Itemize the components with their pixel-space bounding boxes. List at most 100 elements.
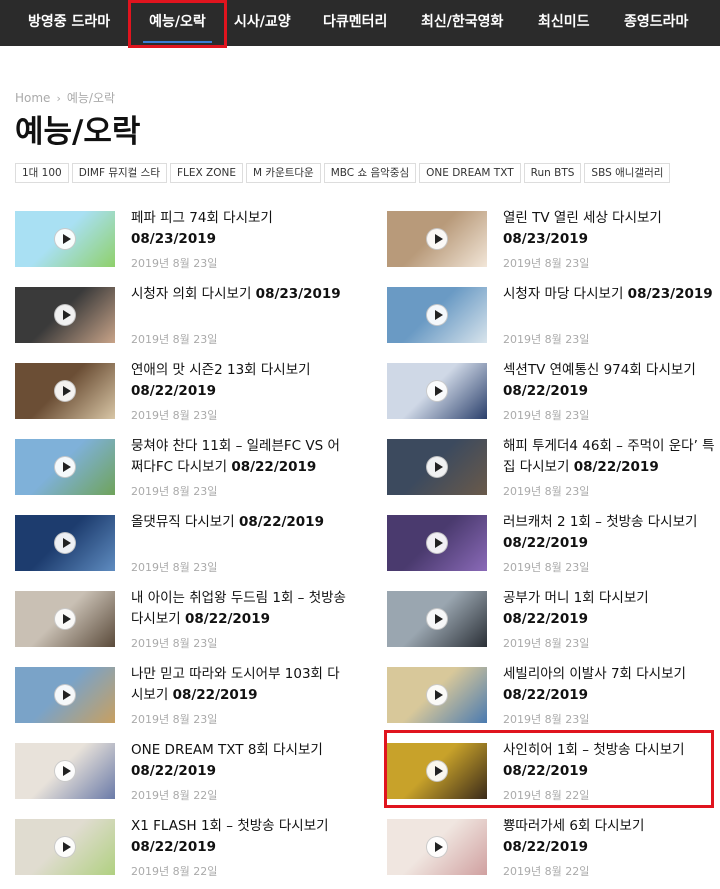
play-icon[interactable]: [426, 380, 448, 402]
post-date: 08/22/2019: [172, 687, 258, 703]
play-icon[interactable]: [54, 456, 76, 478]
play-icon[interactable]: [426, 684, 448, 706]
play-icon[interactable]: [426, 304, 448, 326]
post-card[interactable]: 뿅따러가세 6회 다시보기 08/22/2019 2019년 8월 22일: [387, 816, 718, 889]
post-meta-date: 2019년 8월 23일: [503, 637, 590, 650]
post-title: 러브캐처 2 1회 – 첫방송 다시보기: [503, 514, 698, 530]
play-icon[interactable]: [54, 532, 76, 554]
play-icon[interactable]: [54, 228, 76, 250]
page-title: 예능/오락: [15, 114, 141, 150]
post-title-link[interactable]: 뭉쳐야 찬다 11회 – 일레븐FC VS 어쩌다FC 다시보기 08/22/2…: [131, 436, 346, 478]
tag-link[interactable]: M 카운트다운: [246, 163, 321, 183]
post-card[interactable]: 해피 투게더4 46회 – 주먹이 운다’ 특집 다시보기 08/22/2019…: [387, 436, 718, 509]
post-meta-date: 2019년 8월 22일: [131, 789, 218, 802]
post-card[interactable]: 섹션TV 연예통신 974회 다시보기 08/22/2019 2019년 8월 2…: [387, 360, 718, 433]
post-meta-date: 2019년 8월 23일: [503, 561, 590, 574]
play-icon[interactable]: [54, 836, 76, 858]
post-card[interactable]: 뭉쳐야 찬다 11회 – 일레븐FC VS 어쩌다FC 다시보기 08/22/2…: [15, 436, 346, 509]
play-icon[interactable]: [54, 760, 76, 782]
post-title-link[interactable]: 공부가 머니 1회 다시보기 08/22/2019: [503, 588, 718, 630]
post-date: 08/22/2019: [573, 459, 659, 475]
post-meta-date: 2019년 8월 22일: [503, 865, 590, 878]
breadcrumb: Home › 예능/오락: [15, 89, 115, 106]
nav-item-ended-drama[interactable]: 종영드라마: [624, 0, 688, 46]
play-icon[interactable]: [426, 836, 448, 858]
post-thumbnail[interactable]: [387, 211, 487, 267]
post-thumbnail[interactable]: [15, 819, 115, 875]
nav-item-current-affairs[interactable]: 시사/교양: [234, 0, 291, 46]
post-title-link[interactable]: 열린 TV 열린 세상 다시보기 08/23/2019: [503, 208, 718, 250]
post-thumbnail[interactable]: [15, 439, 115, 495]
post-thumbnail[interactable]: [15, 287, 115, 343]
post-title-link[interactable]: 올댓뮤직 다시보기 08/22/2019: [131, 512, 346, 533]
play-icon[interactable]: [426, 456, 448, 478]
breadcrumb-home-link[interactable]: Home: [15, 91, 50, 105]
play-icon[interactable]: [54, 608, 76, 630]
post-thumbnail[interactable]: [15, 515, 115, 571]
post-thumbnail[interactable]: [387, 439, 487, 495]
post-title-link[interactable]: 해피 투게더4 46회 – 주먹이 운다’ 특집 다시보기 08/22/2019: [503, 436, 718, 478]
post-thumbnail[interactable]: [15, 211, 115, 267]
post-card[interactable]: 내 아이는 취업왕 두드림 1회 – 첫방송 다시보기 08/22/2019 20…: [15, 588, 346, 661]
post-title-link[interactable]: 페파 피그 74회 다시보기 08/23/2019: [131, 208, 346, 250]
post-title-link[interactable]: ONE DREAM TXT 8회 다시보기 08/22/2019: [131, 740, 346, 782]
post-title-link[interactable]: 세빌리아의 이발사 7회 다시보기 08/22/2019: [503, 664, 718, 706]
post-thumbnail[interactable]: [387, 515, 487, 571]
post-title-link[interactable]: 내 아이는 취업왕 두드림 1회 – 첫방송 다시보기 08/22/2019: [131, 588, 346, 630]
chevron-right-icon: ›: [56, 92, 61, 105]
post-date: 08/23/2019: [627, 286, 713, 302]
post-thumbnail[interactable]: [387, 591, 487, 647]
nav-item-entertainment[interactable]: 예능/오락: [128, 0, 227, 48]
post-card[interactable]: 세빌리아의 이발사 7회 다시보기 08/22/2019 2019년 8월 23일: [387, 664, 718, 737]
tag-link[interactable]: FLEX ZONE: [170, 163, 244, 183]
post-title-link[interactable]: 시청자 의회 다시보기 08/23/2019: [131, 284, 346, 305]
tag-link[interactable]: SBS 애니갤러리: [584, 163, 671, 183]
post-thumbnail[interactable]: [387, 287, 487, 343]
play-icon[interactable]: [426, 228, 448, 250]
post-thumbnail[interactable]: [15, 591, 115, 647]
post-card[interactable]: 올댓뮤직 다시보기 08/22/2019 2019년 8월 23일: [15, 512, 346, 585]
nav-item-documentary[interactable]: 다큐멘터리: [323, 0, 387, 46]
post-title-link[interactable]: 시청자 마당 다시보기 08/23/2019: [503, 284, 718, 305]
post-card[interactable]: X1 FLASH 1회 – 첫방송 다시보기 08/22/2019 2019년 8…: [15, 816, 346, 889]
post-title-link[interactable]: 러브캐처 2 1회 – 첫방송 다시보기 08/22/2019: [503, 512, 718, 554]
post-card[interactable]: 나만 믿고 따라와 도시어부 103회 다시보기 08/22/2019 2019년…: [15, 664, 346, 737]
tag-link[interactable]: DIMF 뮤지컬 스타: [71, 163, 167, 183]
post-card[interactable]: 시청자 의회 다시보기 08/23/2019 2019년 8월 23일: [15, 284, 346, 357]
post-thumbnail[interactable]: [15, 667, 115, 723]
post-card[interactable]: 연애의 맛 시즌2 13회 다시보기 08/22/2019 2019년 8월 23…: [15, 360, 346, 433]
post-meta-date: 2019년 8월 23일: [131, 409, 218, 422]
tag-link[interactable]: ONE DREAM TXT: [419, 163, 521, 183]
post-card[interactable]: 시청자 마당 다시보기 08/23/2019 2019년 8월 23일: [387, 284, 718, 357]
nav-item-movies[interactable]: 최신/한국영화: [421, 0, 503, 46]
post-thumbnail[interactable]: [387, 819, 487, 875]
post-meta-date: 2019년 8월 23일: [503, 713, 590, 726]
tag-link[interactable]: MBC 쇼 음악중심: [323, 163, 417, 183]
post-date: 08/22/2019: [131, 383, 217, 399]
post-title-link[interactable]: 뿅따러가세 6회 다시보기 08/22/2019: [503, 816, 718, 858]
post-thumbnail[interactable]: [15, 743, 115, 799]
post-title: 시청자 의회 다시보기: [131, 286, 252, 302]
post-date: 08/22/2019: [503, 535, 589, 551]
post-card[interactable]: 공부가 머니 1회 다시보기 08/22/2019 2019년 8월 23일: [387, 588, 718, 661]
post-title-link[interactable]: 나만 믿고 따라와 도시어부 103회 다시보기 08/22/2019: [131, 664, 346, 706]
play-icon[interactable]: [426, 608, 448, 630]
tag-link[interactable]: 1대 100: [15, 163, 69, 183]
post-thumbnail[interactable]: [15, 363, 115, 419]
post-thumbnail[interactable]: [387, 667, 487, 723]
play-icon[interactable]: [426, 532, 448, 554]
tag-link[interactable]: Run BTS: [523, 163, 582, 183]
post-title-link[interactable]: 연애의 맛 시즌2 13회 다시보기 08/22/2019: [131, 360, 346, 402]
post-card[interactable]: 페파 피그 74회 다시보기 08/23/2019 2019년 8월 23일: [15, 208, 346, 281]
post-title-link[interactable]: X1 FLASH 1회 – 첫방송 다시보기 08/22/2019: [131, 816, 346, 858]
nav-item-us-drama[interactable]: 최신미드: [538, 0, 590, 46]
post-title-link[interactable]: 섹션TV 연예통신 974회 다시보기 08/22/2019: [503, 360, 718, 402]
post-card[interactable]: ONE DREAM TXT 8회 다시보기 08/22/2019 2019년 8월…: [15, 740, 346, 813]
post-thumbnail[interactable]: [387, 363, 487, 419]
play-icon[interactable]: [54, 380, 76, 402]
nav-item-drama[interactable]: 방영중 드라마: [28, 0, 110, 46]
post-card[interactable]: 러브캐처 2 1회 – 첫방송 다시보기 08/22/2019 2019년 8월 …: [387, 512, 718, 585]
play-icon[interactable]: [54, 304, 76, 326]
play-icon[interactable]: [54, 684, 76, 706]
post-card[interactable]: 열린 TV 열린 세상 다시보기 08/23/2019 2019년 8월 23일: [387, 208, 718, 281]
